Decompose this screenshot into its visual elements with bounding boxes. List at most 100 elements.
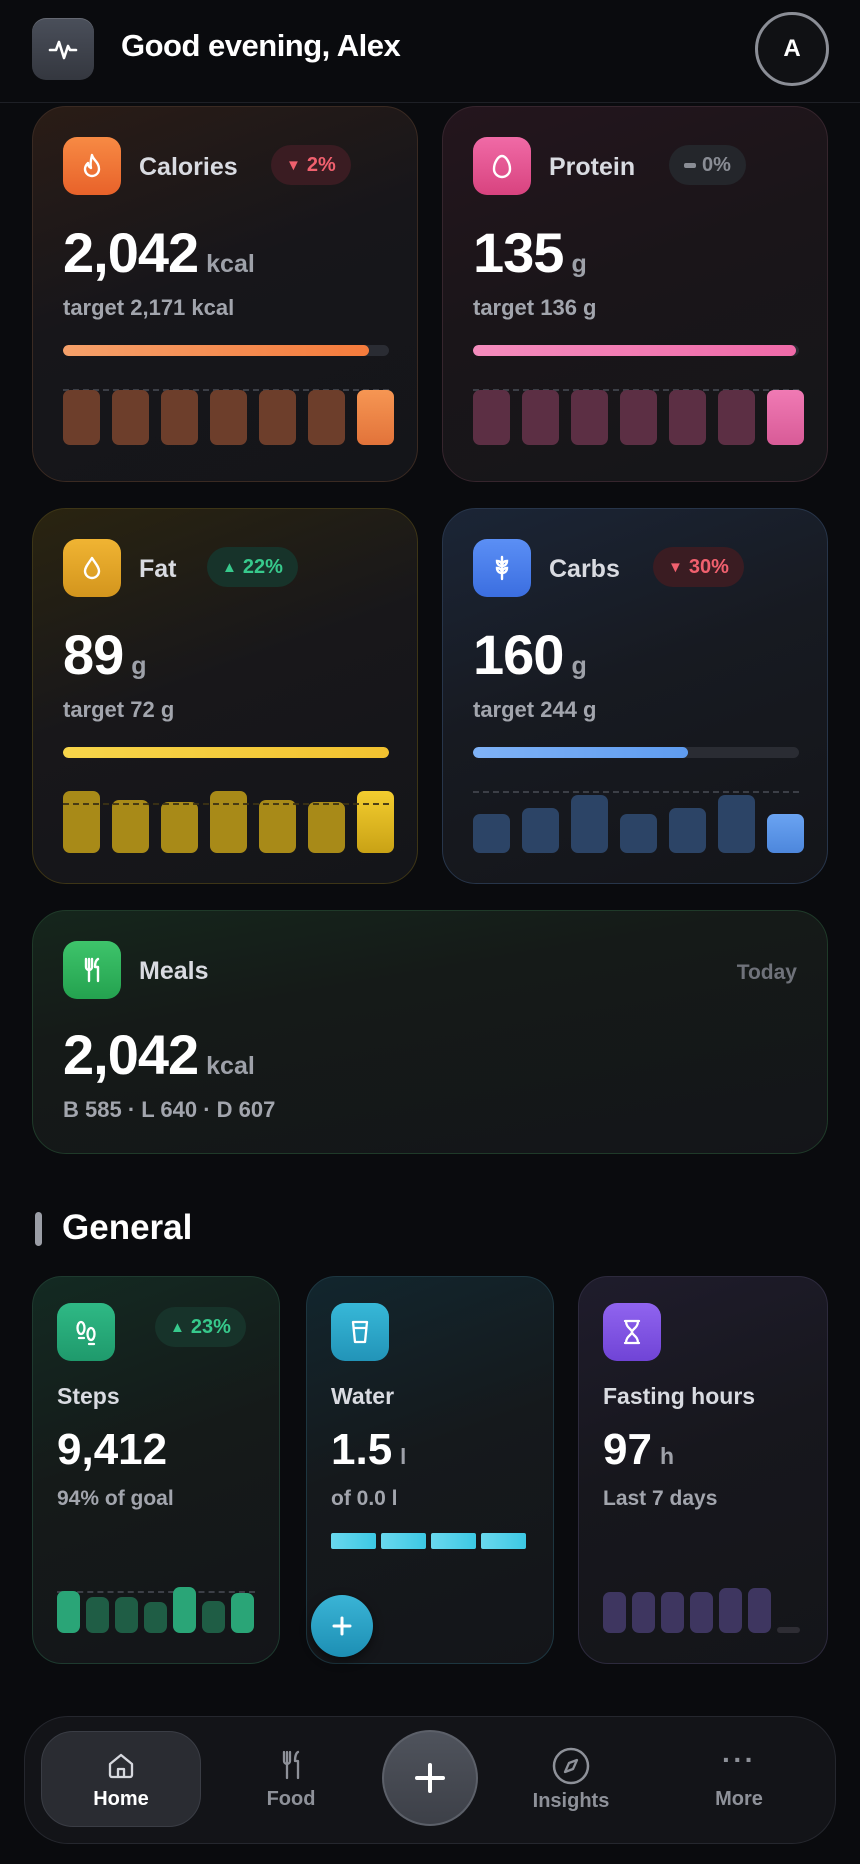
- steps-value: 9,412: [57, 1425, 168, 1474]
- protein-week-bars: [473, 387, 804, 445]
- day-bar: [661, 1591, 684, 1633]
- add-entry-button[interactable]: [382, 1730, 478, 1826]
- water-title: Water: [331, 1383, 395, 1409]
- triangle-down-icon: ▼: [668, 558, 683, 576]
- avatar[interactable]: A: [755, 12, 829, 86]
- app-logo[interactable]: [32, 18, 94, 80]
- day-bar: [718, 795, 755, 853]
- day-bar: [719, 1588, 742, 1633]
- day-bar: [231, 1592, 254, 1633]
- nav-insights[interactable]: Insights: [491, 1731, 651, 1827]
- day-bar: [669, 807, 706, 853]
- home-icon: [108, 1753, 134, 1778]
- compass-icon: [552, 1747, 590, 1784]
- day-bar: [173, 1587, 196, 1633]
- fasting-title: Fasting hours: [603, 1383, 756, 1409]
- day-bar: [202, 1600, 225, 1633]
- day-bar: [571, 795, 608, 853]
- day-bar: [63, 791, 100, 853]
- plus-icon: [332, 1616, 352, 1636]
- drop-icon: [63, 539, 121, 597]
- footprints-icon: [57, 1303, 115, 1361]
- protein-card[interactable]: Protein 0% 135 g target 136 g: [442, 106, 828, 482]
- day-bar: [690, 1591, 713, 1633]
- steps-change-badge: ▲ 23%: [155, 1307, 246, 1347]
- day-bar: [357, 389, 394, 445]
- day-bar: [748, 1588, 771, 1633]
- day-bar: [571, 389, 608, 445]
- meals-breakdown: B 585 · L 640 · D 607: [63, 1097, 276, 1122]
- meals-card[interactable]: Meals Today 2,042 kcal B 585 · L 640 · D …: [32, 910, 828, 1154]
- fat-progress: [63, 747, 389, 758]
- utensils-icon: [63, 941, 121, 999]
- day-bar: [777, 1627, 800, 1633]
- water-segment: [331, 1533, 376, 1549]
- fat-change-badge: ▲ 22%: [207, 547, 298, 587]
- day-bar: [259, 389, 296, 445]
- nav-home[interactable]: Home: [41, 1731, 201, 1827]
- meals-title: Meals: [139, 957, 209, 985]
- fat-target: target 72 g: [63, 697, 175, 722]
- calories-card[interactable]: Calories ▼ 2% 2,042 kcal target 2,171 kcal: [32, 106, 418, 482]
- fat-title: Fat: [139, 555, 177, 583]
- day-bar: [473, 389, 510, 445]
- calories-progress: [63, 345, 389, 356]
- day-bar: [259, 800, 296, 853]
- steps-goal: 94% of goal: [57, 1487, 174, 1510]
- day-bar: [603, 1591, 626, 1633]
- calories-change-badge: ▼ 2%: [271, 145, 351, 185]
- protein-change-badge: 0%: [669, 145, 746, 185]
- day-bar: [767, 389, 804, 445]
- water-segment: [481, 1533, 526, 1549]
- carbs-week-bars: [473, 795, 804, 853]
- day-bar: [620, 813, 657, 853]
- target-line: [63, 803, 389, 805]
- section-title-general: General: [62, 1208, 193, 1247]
- day-bar: [210, 791, 247, 853]
- fat-week-bars: [63, 791, 394, 853]
- more-icon: ···: [722, 1743, 756, 1775]
- calories-title: Calories: [139, 153, 238, 181]
- day-bar: [522, 807, 559, 853]
- day-bar: [210, 389, 247, 445]
- water-value: 1.5 l: [331, 1425, 407, 1474]
- nav-more[interactable]: ··· More: [659, 1731, 819, 1827]
- day-bar: [522, 389, 559, 445]
- protein-title: Protein: [549, 153, 636, 181]
- wheat-icon: [473, 539, 531, 597]
- triangle-up-icon: ▲: [170, 1318, 185, 1336]
- flame-icon: [63, 137, 121, 195]
- fasting-card[interactable]: Fasting hours 97 h Last 7 days: [578, 1276, 828, 1664]
- day-bar: [57, 1590, 80, 1633]
- meals-value: 2,042 kcal: [63, 1023, 255, 1086]
- target-line: [473, 791, 799, 793]
- fat-card[interactable]: Fat ▲ 22% 89 g target 72 g: [32, 508, 418, 884]
- water-progress-segments: [331, 1533, 526, 1549]
- day-bar: [112, 389, 149, 445]
- plus-icon: [415, 1763, 445, 1793]
- add-water-button[interactable]: [311, 1595, 373, 1657]
- fasting-week-bars: [603, 1587, 800, 1633]
- section-accent: [35, 1212, 42, 1246]
- meals-period: Today: [736, 961, 797, 984]
- carbs-progress: [473, 747, 799, 758]
- nav-food[interactable]: Food: [211, 1731, 371, 1827]
- day-bar: [161, 389, 198, 445]
- carbs-card[interactable]: Carbs ▼ 30% 160 g target 244 g: [442, 508, 828, 884]
- dash-icon: [684, 162, 696, 168]
- carbs-change-badge: ▼ 30%: [653, 547, 744, 587]
- fasting-value: 97 h: [603, 1425, 675, 1474]
- carbs-value: 160 g: [473, 623, 587, 686]
- top-bar: Good evening, Alex A: [0, 0, 860, 103]
- steps-card[interactable]: ▲ 23% Steps 9,412 94% of goal: [32, 1276, 280, 1664]
- protein-progress: [473, 345, 799, 356]
- egg-icon: [473, 137, 531, 195]
- day-bar: [112, 800, 149, 853]
- steps-week-bars: [57, 1587, 254, 1633]
- water-segment: [381, 1533, 426, 1549]
- day-bar: [357, 791, 394, 853]
- fat-value: 89 g: [63, 623, 147, 686]
- day-bar: [115, 1597, 138, 1633]
- day-bar: [669, 389, 706, 445]
- calories-target: target 2,171 kcal: [63, 295, 235, 320]
